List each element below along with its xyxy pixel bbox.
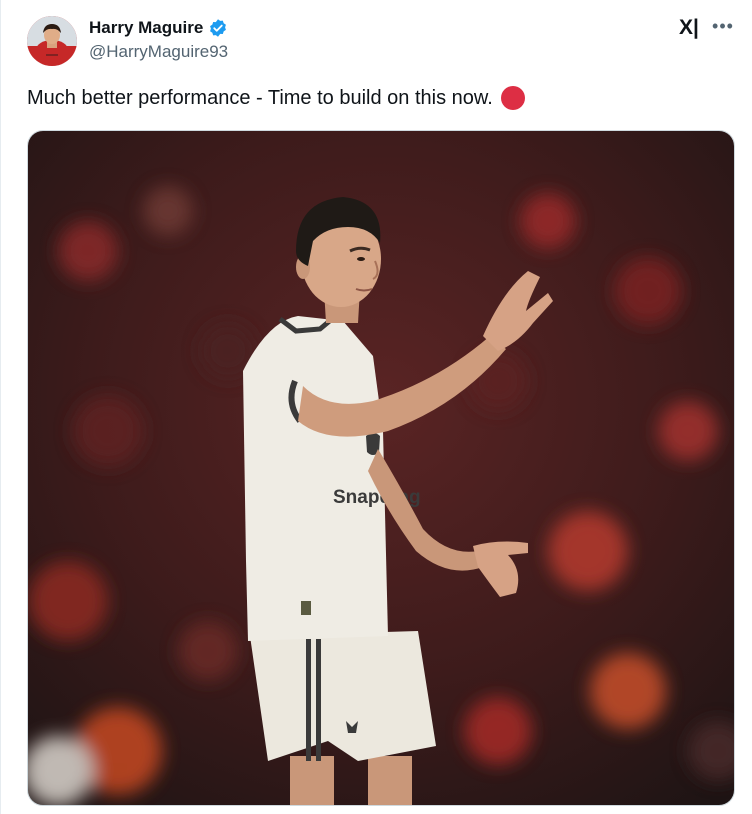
avatar-image [27, 16, 77, 66]
tweet-card: Harry Maguire @HarryMaguire93 X| ••• Muc… [0, 0, 752, 814]
author-name-row: Harry Maguire [89, 17, 228, 39]
author-handle[interactable]: @HarryMaguire93 [89, 42, 228, 62]
author-avatar[interactable] [27, 16, 77, 66]
player-photo: Snapdrag [28, 131, 734, 805]
author-display-name[interactable]: Harry Maguire [89, 18, 203, 38]
more-options-icon[interactable]: ••• [711, 14, 735, 38]
tweet-media-photo[interactable]: Snapdrag [27, 130, 735, 806]
verified-badge-icon[interactable] [208, 18, 228, 38]
red-circle-emoji-icon [500, 86, 525, 110]
x-logo-icon[interactable]: X| [679, 17, 701, 39]
author-info: Harry Maguire @HarryMaguire93 [89, 17, 228, 62]
tweet-text: Much better performance - Time to build … [27, 86, 525, 110]
tweet-body: Much better performance - Time to build … [27, 86, 493, 109]
